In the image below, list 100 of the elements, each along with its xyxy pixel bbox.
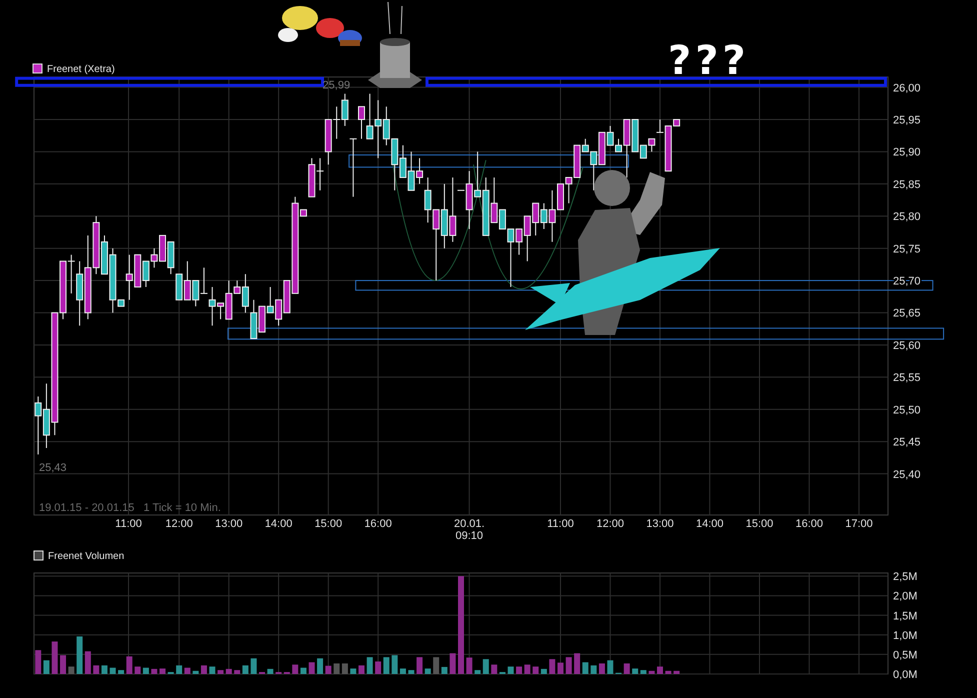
- volume-bar: [607, 660, 614, 674]
- volume-bar: [126, 656, 132, 674]
- volume-bar: [508, 666, 514, 674]
- y-axis-label: 25,90: [893, 146, 921, 159]
- x-axis-label: 15:00: [314, 518, 342, 530]
- volume-bar: [441, 666, 448, 674]
- volume-bar: [300, 668, 306, 674]
- volume-bar: [226, 668, 232, 674]
- volume-bar: [549, 659, 556, 674]
- x-axis-label: 14:00: [696, 518, 724, 530]
- y-axis-label: 25,80: [893, 211, 921, 224]
- volume-bar: [532, 666, 539, 674]
- x-axis-label: 14:00: [264, 518, 292, 530]
- x-axis-label: 11:00: [547, 518, 574, 530]
- y-axis-label: 25,55: [893, 372, 921, 384]
- volume-bar: [184, 668, 190, 674]
- volume-bar: [657, 666, 663, 674]
- volume-bar: [110, 668, 116, 674]
- volume-bar: [160, 668, 166, 674]
- question-marks-text: ???: [668, 38, 750, 84]
- volume-bar: [218, 670, 224, 674]
- volume-bar: [450, 653, 456, 674]
- x-axis-label: 09:10: [456, 530, 484, 542]
- volume-bar: [342, 663, 348, 674]
- volume-bar: [267, 668, 274, 674]
- volume-bar: [308, 662, 315, 674]
- y-axis-label: 25,45: [893, 436, 921, 449]
- y-axis-label: 25,85: [893, 178, 921, 191]
- volume-bar: [632, 668, 638, 674]
- volume-bar: [598, 663, 605, 674]
- x-axis-label: 17:00: [845, 518, 873, 530]
- volume-bar: [93, 665, 100, 674]
- volume-bar: [466, 658, 472, 674]
- volume-bar: [101, 665, 108, 674]
- volume-bar: [590, 665, 597, 674]
- legend-label: Freenet (Xetra): [47, 64, 115, 75]
- volume-bar: [118, 670, 124, 674]
- chart-info-text: 19.01.15 - 20.01.15 1 Tick = 10 Min.: [38, 502, 221, 514]
- volume-bar: [408, 670, 414, 674]
- y-axis-label: 26,00: [893, 82, 921, 94]
- volume-bar: [317, 658, 324, 674]
- volume-bar: [540, 668, 547, 674]
- legend-swatch: [34, 550, 44, 560]
- volume-bar: [209, 666, 216, 674]
- volume-bar: [574, 653, 580, 674]
- y-axis-label: 2,0M: [893, 590, 918, 603]
- volume-bar: [392, 655, 398, 674]
- volume-bar: [640, 670, 646, 674]
- volume-bar: [84, 651, 91, 674]
- price-label: 25,43: [38, 462, 66, 474]
- x-axis-label: 16:00: [795, 518, 823, 530]
- volume-bar: [76, 636, 83, 674]
- legend-swatch: [32, 64, 42, 74]
- y-axis-label: 25,65: [893, 308, 921, 320]
- volume-bar: [60, 655, 66, 674]
- volume-bar: [482, 659, 489, 674]
- volume-bar: [350, 668, 356, 674]
- volume-bar: [334, 663, 340, 674]
- volume-bar: [43, 660, 50, 674]
- y-axis-label: 1,0M: [893, 630, 918, 642]
- volume-bar: [665, 670, 672, 674]
- volume-bar: [516, 666, 522, 674]
- x-axis-label: 20.01.: [454, 518, 485, 530]
- volume-bar: [292, 664, 298, 674]
- x-axis-label: 15:00: [746, 518, 774, 530]
- candlestick: [316, 158, 324, 191]
- y-axis-label: 0,0M: [893, 669, 918, 681]
- volume-bar: [242, 665, 248, 674]
- volume-bar: [566, 657, 572, 674]
- volume-bar: [648, 670, 655, 674]
- volume-bar: [176, 665, 182, 674]
- volume-bar: [134, 666, 141, 674]
- volume-bar: [474, 670, 481, 674]
- y-axis-label: 1,5M: [893, 610, 918, 622]
- volume-bar: [234, 670, 240, 674]
- legend-label: Freenet Volumen: [48, 551, 124, 562]
- volume-bar: [433, 657, 440, 674]
- volume-bar: [35, 650, 42, 674]
- y-axis-label: 25,75: [893, 243, 921, 256]
- volume-bar: [200, 665, 207, 674]
- y-axis-label: 25,95: [893, 114, 921, 126]
- y-axis-label: 2,5M: [893, 571, 918, 584]
- volume-bar: [375, 661, 382, 674]
- volume-bar: [383, 657, 390, 674]
- y-axis-label: 25,60: [893, 340, 921, 352]
- volume-bar: [524, 664, 530, 674]
- x-axis-label: 12:00: [596, 518, 624, 530]
- volume-bar: [624, 663, 630, 674]
- volume-bar: [325, 666, 332, 674]
- volume-bar: [250, 658, 257, 674]
- x-axis-label: 13:00: [646, 518, 674, 530]
- volume-bar: [400, 668, 406, 674]
- volume-bar: [416, 657, 423, 674]
- y-axis-label: 0,5M: [893, 649, 918, 662]
- volume-bar: [68, 666, 74, 674]
- volume-bar: [674, 670, 680, 674]
- volume-bar: [192, 670, 199, 674]
- x-axis-label: 11:00: [115, 518, 142, 530]
- volume-bar: [366, 657, 373, 674]
- candlestick: [332, 106, 341, 140]
